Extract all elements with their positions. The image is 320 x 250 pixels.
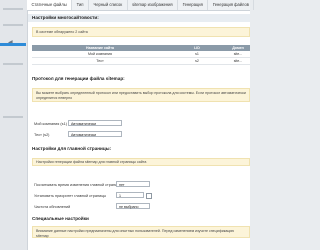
nav-line bbox=[3, 24, 23, 26]
tab-static-files[interactable]: Статичные файлы bbox=[27, 0, 73, 10]
special-warning-note: Внимание данные настройки предназначены … bbox=[32, 226, 250, 238]
nav-line bbox=[3, 8, 23, 10]
priority-input[interactable]: 1 bbox=[116, 192, 144, 198]
nav-line bbox=[3, 63, 23, 65]
protocol-site-label: Тест (s2) bbox=[34, 133, 50, 137]
settings-content: Настройки многосайтовости: В системе обн… bbox=[28, 11, 250, 250]
protocol-select-s1[interactable]: Автоматически bbox=[68, 120, 122, 126]
table-row: Тест s2 site... bbox=[32, 57, 250, 65]
change-time-select[interactable]: нет bbox=[116, 181, 150, 187]
protocol-select-s2[interactable]: Автоматически bbox=[68, 131, 122, 137]
tab-blacklist[interactable]: Черный список bbox=[89, 0, 128, 10]
protocol-note: Вы можете выбрать определенный протокол … bbox=[32, 88, 250, 102]
tab-file-generation[interactable]: Генерация файлов bbox=[208, 0, 255, 10]
multisite-note: В системе обнаружено 2 сайта bbox=[32, 27, 250, 37]
active-nav-indicator bbox=[0, 43, 26, 46]
domain-cell: site... bbox=[226, 57, 250, 65]
site-name-cell: Тест bbox=[32, 57, 168, 65]
section-main-page-title: Настройки для главной страницы: bbox=[28, 145, 250, 153]
left-navigation-panel: ◀ bbox=[0, 0, 28, 250]
change-time-label: Посчитывать время изменения главной стра… bbox=[34, 183, 123, 187]
main-page-note: Настройки генерации файла sitemap для гл… bbox=[32, 158, 250, 166]
tab-generation[interactable]: Генерация bbox=[178, 0, 209, 10]
tab-bar: Статичные файлы Тип Черный список sitema… bbox=[27, 0, 255, 11]
tab-sitemap-images[interactable]: sitemap изображения bbox=[128, 0, 179, 10]
protocol-site-label: Мой компания (s1) bbox=[34, 122, 67, 126]
section-special-title: Специальные настройки bbox=[28, 215, 250, 223]
priority-label: Установить приоритет главной страницы bbox=[34, 194, 107, 198]
frequency-label: Частота обновлений bbox=[34, 205, 71, 209]
section-protocol-title: Протокол для генерации файла sitemap: bbox=[28, 75, 250, 83]
tab-type[interactable]: Тип bbox=[72, 0, 89, 10]
sites-table: Название сайта LID Домен Мой компания s1… bbox=[32, 45, 250, 65]
priority-checkbox[interactable] bbox=[146, 193, 152, 199]
frequency-select[interactable]: не выбрано bbox=[116, 203, 150, 209]
nav-line bbox=[3, 116, 23, 118]
section-multisite-title: Настройки многосайтовости: bbox=[28, 14, 250, 22]
lid-cell: s2 bbox=[168, 57, 226, 65]
